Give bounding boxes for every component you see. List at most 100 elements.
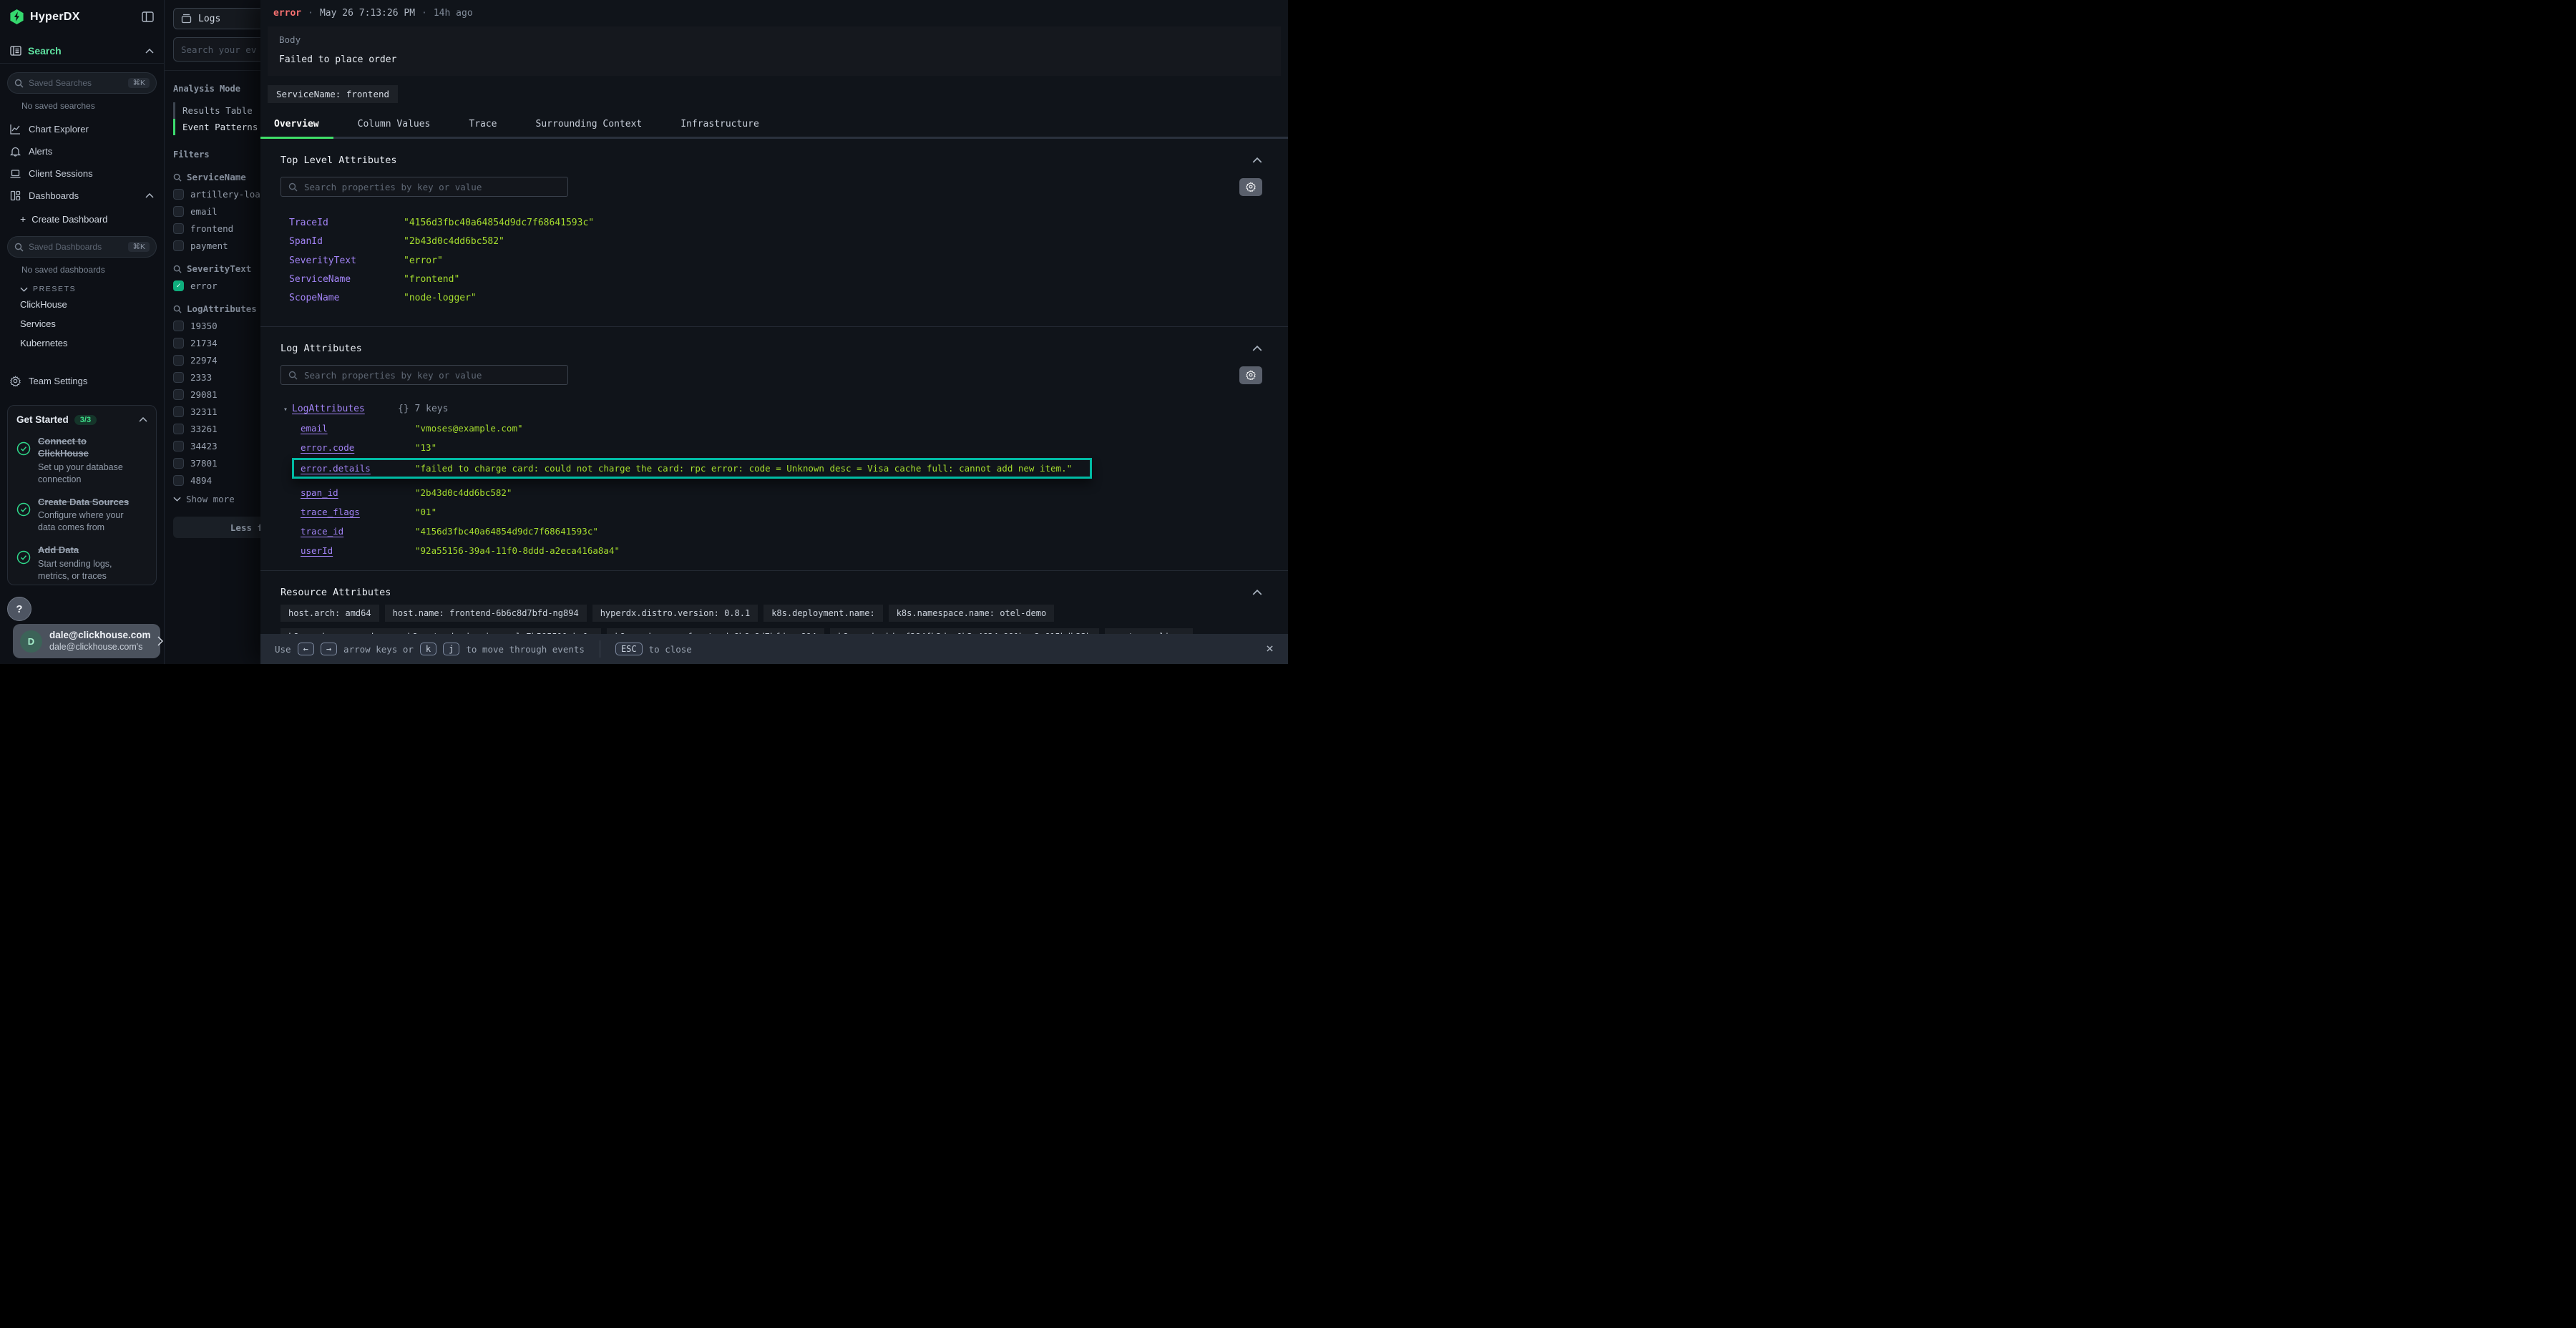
resource-tag[interactable]: host.name: frontend-6b6c8d7bfd-ng894 xyxy=(385,605,587,622)
less-filters-button[interactable]: Less fil xyxy=(173,517,260,538)
get-started-step[interactable]: Create Data Sources Configure where your… xyxy=(16,497,147,534)
attribute-row[interactable]: span_id"2b43d0c4dd6bc582" xyxy=(280,487,1262,498)
filter-option[interactable]: ✓error xyxy=(173,280,260,291)
resource-tag[interactable]: k8s.namespace.name: otel-demo xyxy=(889,605,1055,622)
attribute-value[interactable]: "4156d3fbc40a64854d9dc7f68641593c" xyxy=(404,218,594,228)
sidebar-item-chart-explorer[interactable]: Chart Explorer xyxy=(0,118,164,140)
attribute-key[interactable]: LogAttributes xyxy=(292,404,398,414)
search-icon[interactable] xyxy=(173,305,182,313)
sidebar-item-kubernetes[interactable]: Kubernetes xyxy=(0,333,164,353)
attribute-value[interactable]: "2b43d0c4dd6bc582" xyxy=(415,487,512,498)
checkbox[interactable] xyxy=(173,206,184,217)
saved-searches-input[interactable]: Saved Searches ⌘K xyxy=(7,72,157,94)
filter-option[interactable]: 33261 xyxy=(173,424,260,434)
event-search-input[interactable]: Search your ev xyxy=(173,37,260,62)
attribute-value[interactable]: "frontend" xyxy=(404,275,459,285)
chevron-up-icon[interactable] xyxy=(139,417,147,422)
attribute-row[interactable]: ScopeName"node-logger" xyxy=(280,293,1262,303)
chevron-up-icon[interactable] xyxy=(1252,346,1262,351)
attribute-row[interactable]: email"vmoses@example.com" xyxy=(280,423,1262,434)
attribute-value[interactable]: "error" xyxy=(404,256,443,266)
tab-overview[interactable]: Overview xyxy=(260,112,333,137)
attribute-key[interactable]: SpanId xyxy=(289,237,404,247)
filter-option[interactable]: email xyxy=(173,206,260,217)
sidebar-item-search[interactable]: Search xyxy=(0,39,164,64)
attribute-key[interactable]: userId xyxy=(301,545,415,556)
checkbox[interactable] xyxy=(173,441,184,451)
checkbox[interactable] xyxy=(173,321,184,331)
filter-option[interactable]: 34423 xyxy=(173,441,260,451)
column-settings-button[interactable] xyxy=(1239,178,1262,196)
attribute-key[interactable]: ServiceName xyxy=(289,275,404,285)
checkbox[interactable] xyxy=(173,406,184,417)
filter-option[interactable]: 22974 xyxy=(173,355,260,366)
sidebar-item-alerts[interactable]: Alerts xyxy=(0,140,164,162)
attribute-value[interactable]: "2b43d0c4dd6bc582" xyxy=(404,237,504,247)
sidebar-item-dashboards[interactable]: Dashboards xyxy=(0,185,164,207)
chevron-up-icon[interactable] xyxy=(1252,590,1262,595)
attribute-key[interactable]: error.details xyxy=(301,463,415,474)
attribute-value[interactable]: "01" xyxy=(415,507,436,517)
filter-option[interactable]: 37801 xyxy=(173,458,260,469)
mode-event-patterns[interactable]: Event Patterns xyxy=(173,119,260,135)
resource-tag[interactable]: host.arch: amd64 xyxy=(280,605,379,622)
filter-option[interactable]: 19350 xyxy=(173,321,260,331)
resource-tag[interactable]: k8s.deployment.name: xyxy=(763,605,883,622)
attribute-value[interactable]: "13" xyxy=(415,442,436,453)
column-settings-button[interactable] xyxy=(1239,366,1262,384)
checkbox-checked[interactable]: ✓ xyxy=(173,280,184,291)
filter-option[interactable]: 21734 xyxy=(173,338,260,348)
sidebar-item-services[interactable]: Services xyxy=(0,314,164,333)
checkbox[interactable] xyxy=(173,355,184,366)
filter-option[interactable]: 4894 xyxy=(173,475,260,486)
chevron-up-icon[interactable] xyxy=(145,193,154,198)
attribute-key[interactable]: error.code xyxy=(301,442,415,453)
resource-tag[interactable]: hyperdx.distro.version: 0.8.1 xyxy=(592,605,758,622)
attribute-row[interactable]: SpanId"2b43d0c4dd6bc582" xyxy=(280,237,1262,247)
attribute-value[interactable]: "failed to charge card: could not charge… xyxy=(415,463,1072,474)
tab-infrastructure[interactable]: Infrastructure xyxy=(666,112,774,137)
attribute-key[interactable]: trace_id xyxy=(301,526,415,537)
checkbox[interactable] xyxy=(173,372,184,383)
attribute-row-highlighted[interactable]: error.details"failed to charge card: cou… xyxy=(292,458,1092,479)
property-search-input[interactable]: Search properties by key or value xyxy=(280,365,568,385)
service-name-tag[interactable]: ServiceName: frontend xyxy=(268,85,398,103)
tab-column-values[interactable]: Column Values xyxy=(343,112,445,137)
get-started-step[interactable]: Add Data Start sending logs, metrics, or… xyxy=(16,545,147,582)
attribute-row[interactable]: SeverityText"error" xyxy=(280,256,1262,266)
presets-toggle[interactable]: PRESETS xyxy=(0,276,164,295)
filter-option[interactable]: frontend xyxy=(173,223,260,234)
search-icon[interactable] xyxy=(173,173,182,182)
close-icon[interactable]: × xyxy=(1266,643,1274,655)
filter-option[interactable]: 29081 xyxy=(173,389,260,400)
checkbox[interactable] xyxy=(173,475,184,486)
filter-option[interactable]: artillery-loa xyxy=(173,189,260,200)
checkbox[interactable] xyxy=(173,189,184,200)
checkbox[interactable] xyxy=(173,223,184,234)
saved-dashboards-input[interactable]: Saved Dashboards ⌘K xyxy=(7,236,157,258)
filter-option[interactable]: 2333 xyxy=(173,372,260,383)
user-menu[interactable]: D dale@clickhouse.com dale@clickhouse.co… xyxy=(13,624,160,658)
create-dashboard-button[interactable]: + Create Dashboard xyxy=(0,207,164,228)
attribute-row[interactable]: error.code"13" xyxy=(280,442,1262,453)
attribute-key[interactable]: TraceId xyxy=(289,218,404,228)
attribute-row[interactable]: trace_flags"01" xyxy=(280,507,1262,517)
sidebar-collapse-icon[interactable] xyxy=(142,11,154,22)
show-more-button[interactable]: Show more xyxy=(173,494,260,504)
attribute-row[interactable]: TraceId"4156d3fbc40a64854d9dc7f68641593c… xyxy=(280,218,1262,228)
search-icon[interactable] xyxy=(173,265,182,273)
attribute-key[interactable]: trace_flags xyxy=(301,507,415,517)
sidebar-item-clickhouse[interactable]: ClickHouse xyxy=(0,295,164,314)
filter-option[interactable]: payment xyxy=(173,240,260,251)
filter-option[interactable]: 32311 xyxy=(173,406,260,417)
checkbox[interactable] xyxy=(173,389,184,400)
attribute-row[interactable]: trace_id"4156d3fbc40a64854d9dc7f68641593… xyxy=(280,526,1262,537)
mode-results-table[interactable]: Results Table xyxy=(173,102,260,119)
checkbox[interactable] xyxy=(173,424,184,434)
tab-surrounding-context[interactable]: Surrounding Context xyxy=(522,112,657,137)
get-started-step[interactable]: Connect to ClickHouse Set up your databa… xyxy=(16,436,147,486)
tab-trace[interactable]: Trace xyxy=(454,112,511,137)
sidebar-item-team-settings[interactable]: Team Settings xyxy=(0,370,164,392)
attribute-row[interactable]: ServiceName"frontend" xyxy=(280,275,1262,285)
attribute-value[interactable]: "92a55156-39a4-11f0-8ddd-a2eca416a8a4" xyxy=(415,545,620,556)
